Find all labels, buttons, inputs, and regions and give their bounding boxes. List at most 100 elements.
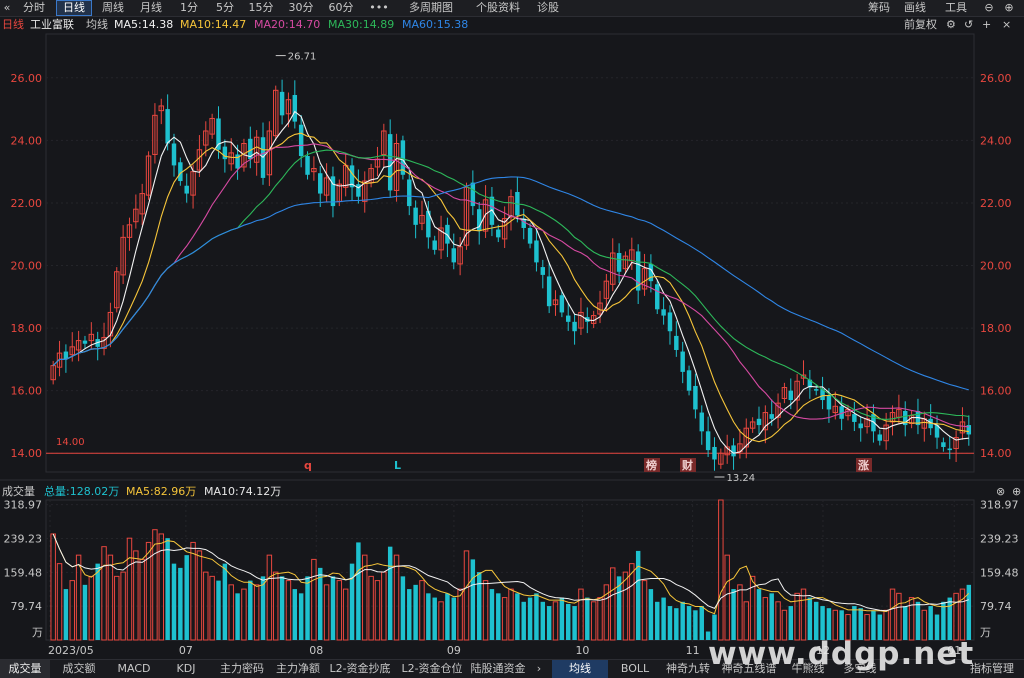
volume-bar bbox=[813, 601, 819, 640]
tab-northbound[interactable]: 陆股通资金 bbox=[468, 660, 528, 678]
price-tick-right: 18.00 bbox=[980, 322, 1012, 335]
volume-bar bbox=[209, 575, 215, 641]
volume-bar bbox=[889, 588, 896, 641]
price-tick-right: 16.00 bbox=[980, 385, 1012, 398]
volume-bar bbox=[171, 563, 177, 640]
volume-tick-right: 159.48 bbox=[980, 566, 1019, 579]
volume-bar bbox=[482, 580, 489, 641]
volume-bar bbox=[463, 550, 470, 641]
date-tick: 2023/05 bbox=[48, 644, 94, 657]
event-marker: q bbox=[304, 459, 312, 472]
volume-bar bbox=[661, 597, 666, 640]
volume-bar bbox=[572, 606, 577, 640]
tab-ma[interactable]: 均线 bbox=[552, 660, 608, 678]
volume-bar bbox=[908, 597, 915, 641]
price-tick-left: 26.00 bbox=[11, 72, 43, 85]
volume-bar bbox=[426, 593, 431, 640]
volume-bar bbox=[674, 608, 679, 640]
volume-bar bbox=[928, 606, 933, 640]
tab-nine-turn[interactable]: 神奇九转 bbox=[662, 660, 714, 678]
volume-bar bbox=[896, 592, 902, 641]
volume-bar bbox=[374, 580, 381, 641]
candle-body bbox=[941, 442, 946, 447]
volume-bar bbox=[959, 588, 966, 641]
volume-bar bbox=[305, 576, 310, 640]
event-marker: L bbox=[394, 459, 401, 472]
volume-bar bbox=[800, 588, 807, 641]
candle-body bbox=[540, 267, 546, 275]
volume-bar bbox=[451, 597, 456, 640]
volume-bar bbox=[260, 576, 266, 640]
volume-tick-left: 239.23 bbox=[4, 533, 43, 546]
volume-bar bbox=[915, 601, 921, 640]
volume-tick-left: 79.74 bbox=[11, 600, 43, 613]
candle-body bbox=[661, 309, 666, 316]
price-tick-left: 18.00 bbox=[11, 322, 43, 335]
tab-kdj[interactable]: KDJ bbox=[164, 660, 208, 678]
volume-bar bbox=[515, 593, 520, 640]
candle-body bbox=[279, 91, 285, 116]
volume-bar bbox=[248, 580, 253, 640]
volume-bar bbox=[114, 575, 120, 641]
candle-body bbox=[712, 446, 717, 460]
volume-unit-right: 万 bbox=[980, 626, 991, 639]
volume-bar bbox=[253, 584, 260, 641]
tab-amount[interactable]: 成交额 bbox=[54, 660, 104, 678]
volume-tick-left: 159.48 bbox=[4, 566, 43, 579]
price-tick-right: 22.00 bbox=[980, 197, 1012, 210]
volume-bar bbox=[756, 589, 762, 640]
candle-body bbox=[852, 414, 857, 422]
candle-body bbox=[292, 95, 298, 122]
candle-body bbox=[171, 143, 177, 166]
volume-bar bbox=[235, 593, 240, 640]
volume-bar bbox=[610, 567, 616, 641]
kline-chart[interactable]: 26.00 26.00 24.00 24.00 22.00 22.00 20.00 20.00… bbox=[0, 0, 1024, 659]
candle-body bbox=[731, 445, 736, 457]
tab-boll[interactable]: BOLL bbox=[612, 660, 658, 678]
tab-arrow-icon[interactable]: › bbox=[532, 660, 546, 678]
volume-bar bbox=[724, 554, 730, 641]
candle-body bbox=[216, 118, 221, 150]
candle-body bbox=[184, 185, 189, 194]
tab-volume[interactable]: 成交量 bbox=[0, 660, 50, 678]
price-tick-right: 26.00 bbox=[980, 72, 1012, 85]
date-tick: 11 bbox=[686, 644, 700, 657]
ma5-line bbox=[52, 110, 969, 454]
volume-bar bbox=[336, 580, 343, 641]
candle-body bbox=[858, 423, 863, 429]
tab-main-net[interactable]: 主力净额 bbox=[272, 660, 324, 678]
volume-bar bbox=[496, 593, 501, 640]
candle-body bbox=[769, 414, 774, 419]
tab-macd[interactable]: MACD bbox=[110, 660, 158, 678]
tab-l2-position[interactable]: L2-资金仓位 bbox=[398, 660, 466, 678]
candle-body bbox=[705, 431, 711, 451]
price-tick-left: 20.00 bbox=[11, 260, 43, 273]
date-tick: 10 bbox=[575, 644, 589, 657]
low-label: 13.24 bbox=[726, 473, 755, 484]
volume-bar bbox=[82, 584, 88, 640]
volume-bar bbox=[852, 606, 857, 640]
price-tick-left: 16.00 bbox=[11, 385, 43, 398]
tab-main-code[interactable]: 主力密码 bbox=[214, 660, 270, 678]
tab-l2-bottom[interactable]: L2-资金抄底 bbox=[326, 660, 394, 678]
candle-body bbox=[298, 124, 304, 157]
event-marker: 涨 bbox=[858, 458, 869, 472]
candle-body bbox=[305, 156, 310, 175]
watermark: www.ddgp.net bbox=[708, 636, 975, 672]
candle-body bbox=[572, 321, 577, 332]
volume-bar bbox=[279, 576, 285, 640]
volume-tick-right: 318.97 bbox=[980, 499, 1019, 512]
candle-body bbox=[788, 390, 794, 401]
volume-bar bbox=[298, 593, 304, 640]
volume-bar bbox=[228, 584, 234, 641]
volume-bar bbox=[489, 589, 495, 640]
volume-bar bbox=[559, 597, 565, 640]
volume-bar bbox=[69, 580, 75, 641]
volume-bar bbox=[356, 542, 361, 640]
volume-bar bbox=[699, 606, 704, 640]
volume-bar bbox=[597, 597, 603, 641]
volume-bar bbox=[445, 593, 450, 640]
volume-bar bbox=[63, 589, 69, 640]
volume-bar bbox=[807, 597, 813, 640]
volume-bar bbox=[432, 597, 437, 640]
